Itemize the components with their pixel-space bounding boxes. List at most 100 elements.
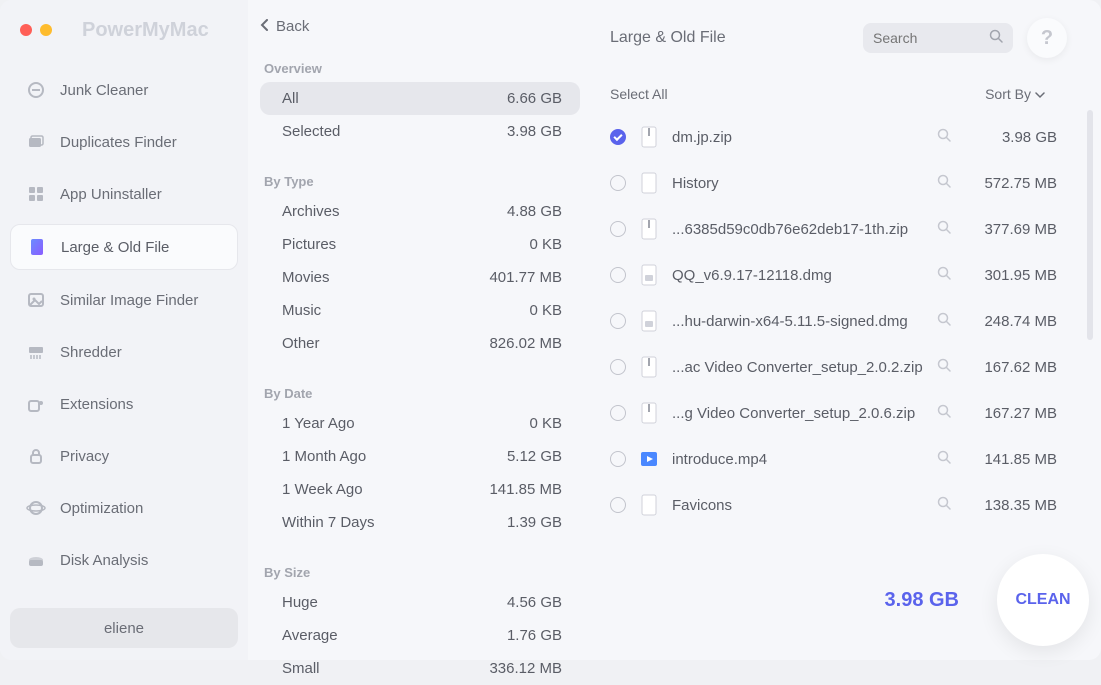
filter-row[interactable]: Selected 3.98 GB xyxy=(260,115,580,148)
filter-row[interactable]: 1 Month Ago5.12 GB xyxy=(260,440,580,473)
reveal-icon[interactable] xyxy=(937,220,951,238)
filter-label: Within 7 Days xyxy=(282,514,375,531)
filter-label: Selected xyxy=(282,123,340,140)
back-label: Back xyxy=(276,18,309,35)
file-row[interactable]: Favicons 138.35 MB xyxy=(604,482,1063,528)
file-checkbox[interactable] xyxy=(610,129,626,145)
file-size: 167.62 MB xyxy=(965,359,1057,376)
filter-value: 3.98 GB xyxy=(507,123,562,140)
sidebar-item-privacy[interactable]: Privacy xyxy=(10,434,238,478)
file-size: 167.27 MB xyxy=(965,405,1057,422)
file-name: ...6385d59c0db76e62deb17-1th.zip xyxy=(672,221,923,238)
lock-icon xyxy=(26,446,46,466)
sidebar-item-label: Duplicates Finder xyxy=(60,134,177,151)
select-all-button[interactable]: Select All xyxy=(610,86,668,102)
reveal-icon[interactable] xyxy=(937,404,951,422)
file-color-icon xyxy=(27,237,47,257)
filter-row[interactable]: Other826.02 MB xyxy=(260,327,580,360)
app-window: PowerMyMac Junk CleanerDuplicates Finder… xyxy=(0,0,1101,660)
user-account[interactable]: eliene xyxy=(10,608,238,648)
file-checkbox[interactable] xyxy=(610,267,626,283)
filter-row[interactable]: Average1.76 GB xyxy=(260,619,580,652)
clean-button[interactable]: CLEAN xyxy=(997,554,1089,646)
file-size: 377.69 MB xyxy=(965,221,1057,238)
sidebar-nav: Junk Cleaner Duplicates Finder App Uninsta… xyxy=(10,68,238,582)
filter-label: Average xyxy=(282,627,338,644)
filter-label: 1 Month Ago xyxy=(282,448,366,465)
search-input[interactable] xyxy=(873,30,981,46)
sidebar-item-label: Optimization xyxy=(60,500,143,517)
sidebar-item-label: App Uninstaller xyxy=(60,186,162,203)
reveal-icon[interactable] xyxy=(937,128,951,146)
filter-row[interactable]: 1 Year Ago0 KB xyxy=(260,407,580,440)
help-button[interactable]: ? xyxy=(1027,18,1067,58)
sidebar-item-shredder[interactable]: Shredder xyxy=(10,330,238,374)
file-row[interactable]: ...6385d59c0db76e62deb17-1th.zip 377.69 … xyxy=(604,206,1063,252)
filter-value: 336.12 MB xyxy=(489,660,562,677)
file-checkbox[interactable] xyxy=(610,451,626,467)
filter-value: 0 KB xyxy=(529,236,562,253)
file-row[interactable]: ...g Video Converter_setup_2.0.6.zip 167… xyxy=(604,390,1063,436)
search-box[interactable] xyxy=(863,23,1013,53)
broom-icon xyxy=(26,80,46,100)
grid-icon xyxy=(26,184,46,204)
sidebar-item-extensions[interactable]: Extensions xyxy=(10,382,238,426)
filter-label: Other xyxy=(282,335,320,352)
sidebar-item-app-uninstaller[interactable]: App Uninstaller xyxy=(10,172,238,216)
scrollbar[interactable] xyxy=(1087,110,1093,550)
filter-label: Movies xyxy=(282,269,330,286)
file-checkbox[interactable] xyxy=(610,359,626,375)
reveal-icon[interactable] xyxy=(937,496,951,514)
filter-row[interactable]: Within 7 Days1.39 GB xyxy=(260,506,580,539)
main-panel: Large & Old File ? Select All Sort By dm… xyxy=(596,0,1101,660)
sidebar-item-label: Disk Analysis xyxy=(60,552,148,569)
sort-by-button[interactable]: Sort By xyxy=(985,86,1045,102)
sidebar-item-duplicates-finder[interactable]: Duplicates Finder xyxy=(10,120,238,164)
file-checkbox[interactable] xyxy=(610,405,626,421)
filter-row[interactable]: Huge4.56 GB xyxy=(260,586,580,619)
file-size: 138.35 MB xyxy=(965,497,1057,514)
file-type-icon xyxy=(640,448,658,470)
sidebar-item-disk-analysis[interactable]: Disk Analysis xyxy=(10,538,238,582)
puzzle-icon xyxy=(26,394,46,414)
file-checkbox[interactable] xyxy=(610,313,626,329)
file-row[interactable]: dm.jp.zip 3.98 GB xyxy=(604,114,1063,160)
filter-row[interactable]: Archives4.88 GB xyxy=(260,195,580,228)
filter-row[interactable]: 1 Week Ago141.85 MB xyxy=(260,473,580,506)
reveal-icon[interactable] xyxy=(937,174,951,192)
file-checkbox[interactable] xyxy=(610,175,626,191)
reveal-icon[interactable] xyxy=(937,358,951,376)
reveal-icon[interactable] xyxy=(937,312,951,330)
file-row[interactable]: ...hu-darwin-x64-5.11.5-signed.dmg 248.7… xyxy=(604,298,1063,344)
file-checkbox[interactable] xyxy=(610,497,626,513)
file-row[interactable]: introduce.mp4 141.85 MB xyxy=(604,436,1063,482)
file-row[interactable]: ...ac Video Converter_setup_2.0.2.zip 16… xyxy=(604,344,1063,390)
reveal-icon[interactable] xyxy=(937,450,951,468)
sidebar-item-optimization[interactable]: Optimization xyxy=(10,486,238,530)
filter-row[interactable]: Small336.12 MB xyxy=(260,652,580,685)
filter-row[interactable]: Music0 KB xyxy=(260,294,580,327)
sidebar-item-large-old-file[interactable]: Large & Old File xyxy=(10,224,238,270)
file-type-icon xyxy=(640,356,658,378)
close-window-button[interactable] xyxy=(20,24,32,36)
reveal-icon[interactable] xyxy=(937,266,951,284)
sidebar-item-label: Large & Old File xyxy=(61,239,169,256)
filter-row[interactable]: Movies401.77 MB xyxy=(260,261,580,294)
file-type-icon xyxy=(640,264,658,286)
file-type-icon xyxy=(640,172,658,194)
file-row[interactable]: QQ_v6.9.17-12118.dmg 301.95 MB xyxy=(604,252,1063,298)
file-checkbox[interactable] xyxy=(610,221,626,237)
back-button[interactable]: Back xyxy=(260,12,580,35)
file-row[interactable]: History 572.75 MB xyxy=(604,160,1063,206)
filter-row[interactable]: All6.66 GB xyxy=(260,82,580,115)
sort-by-label: Sort By xyxy=(985,86,1031,102)
by-size-title: By Size xyxy=(260,565,580,580)
filter-row[interactable]: Pictures0 KB xyxy=(260,228,580,261)
filter-label: Huge xyxy=(282,594,318,611)
file-name: dm.jp.zip xyxy=(672,129,923,146)
sidebar-item-junk-cleaner[interactable]: Junk Cleaner xyxy=(10,68,238,112)
minimize-window-button[interactable] xyxy=(40,24,52,36)
scrollbar-thumb[interactable] xyxy=(1087,110,1093,340)
sidebar-item-similar-image-finder[interactable]: Similar Image Finder xyxy=(10,278,238,322)
file-size: 301.95 MB xyxy=(965,267,1057,284)
